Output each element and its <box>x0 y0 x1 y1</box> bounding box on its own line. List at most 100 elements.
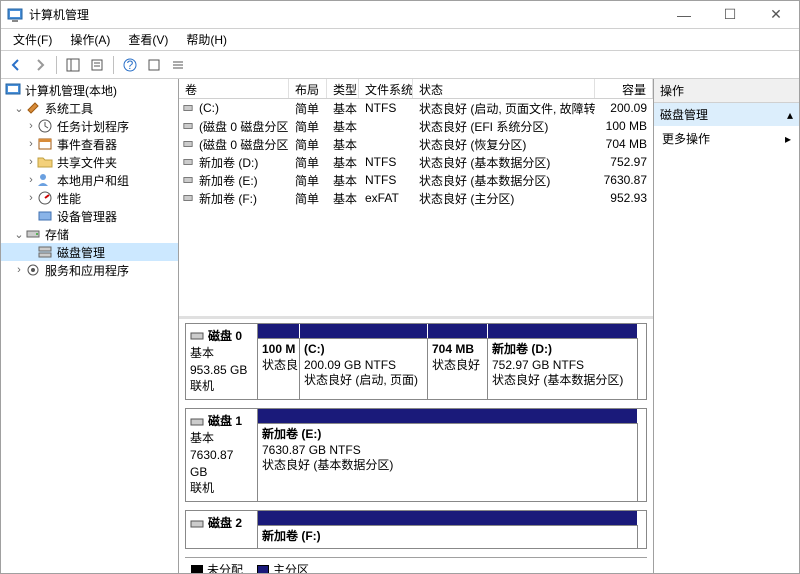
volume-list[interactable]: 卷 布局 类型 文件系统 状态 容量 (C:) 简单 基本 NTFS 状态良好 … <box>179 79 653 319</box>
folder-icon <box>37 154 53 170</box>
back-button[interactable] <box>5 54 27 76</box>
volume-type: 基本 <box>327 100 359 117</box>
volume-capacity: 752.97 <box>595 155 653 169</box>
forward-button[interactable] <box>29 54 51 76</box>
volume-layout: 简单 <box>289 136 327 153</box>
users-icon <box>37 172 53 188</box>
separator <box>56 56 57 74</box>
volume-name: (磁盘 0 磁盘分区 4) <box>193 136 289 153</box>
svg-text:?: ? <box>127 58 134 72</box>
col-layout[interactable]: 布局 <box>289 79 327 98</box>
perf-icon <box>37 190 53 206</box>
col-volume[interactable]: 卷 <box>179 79 289 98</box>
expand-icon[interactable]: › <box>25 120 37 132</box>
volume-type: 基本 <box>327 118 359 135</box>
partition-cell[interactable]: (C:)200.09 GB NTFS状态良好 (启动, 页面) <box>300 338 428 399</box>
volume-name: 新加卷 (D:) <box>193 154 289 171</box>
volume-row[interactable]: (磁盘 0 磁盘分区 4) 简单 基本 状态良好 (恢复分区) 704 MB <box>179 135 653 153</box>
volume-status: 状态良好 (基本数据分区) <box>413 154 595 171</box>
col-fs[interactable]: 文件系统 <box>359 79 413 98</box>
partition-cell[interactable]: 新加卷 (F:) <box>258 525 638 548</box>
volume-status: 状态良好 (恢复分区) <box>413 136 595 153</box>
services-icon <box>25 262 41 278</box>
volume-type: 基本 <box>327 190 359 207</box>
volume-layout: 简单 <box>289 118 327 135</box>
volume-row[interactable]: (C:) 简单 基本 NTFS 状态良好 (启动, 页面文件, 故障转储, 基本… <box>179 99 653 117</box>
separator <box>113 56 114 74</box>
partition-cell[interactable]: 新加卷 (E:)7630.87 GB NTFS状态良好 (基本数据分区) <box>258 423 638 501</box>
legend-primary-swatch <box>257 565 269 573</box>
volume-type: 基本 <box>327 172 359 189</box>
tree-services[interactable]: ›服务和应用程序 <box>1 261 178 279</box>
volume-fs: NTFS <box>359 101 413 115</box>
tree-users[interactable]: ›本地用户和组 <box>1 171 178 189</box>
tree-shared[interactable]: ›共享文件夹 <box>1 153 178 171</box>
volume-fs: exFAT <box>359 191 413 205</box>
col-type[interactable]: 类型 <box>327 79 359 98</box>
help-button[interactable]: ? <box>119 54 141 76</box>
properties-button[interactable] <box>86 54 108 76</box>
disk-graphical-view[interactable]: 磁盘 0基本953.85 GB联机100 M状态良(C:)200.09 GB N… <box>179 319 653 573</box>
menu-view[interactable]: 查看(V) <box>120 29 176 50</box>
volume-layout: 简单 <box>289 190 327 207</box>
menu-action[interactable]: 操作(A) <box>62 29 118 50</box>
legend: 未分配 主分区 <box>185 557 647 573</box>
col-status[interactable]: 状态 <box>413 79 595 98</box>
volume-capacity: 200.09 <box>595 101 653 115</box>
legend-unalloc-swatch <box>191 565 203 573</box>
collapse-icon[interactable]: ⌄ <box>13 102 25 115</box>
tree-diskmgmt[interactable]: 磁盘管理 <box>1 243 178 261</box>
volume-row[interactable]: (磁盘 0 磁盘分区 1) 简单 基本 状态良好 (EFI 系统分区) 100 … <box>179 117 653 135</box>
disk-row[interactable]: 磁盘 2新加卷 (F:) <box>185 510 647 549</box>
tree-root[interactable]: 计算机管理(本地) <box>1 81 178 99</box>
expand-icon[interactable]: › <box>25 138 37 150</box>
disk-row[interactable]: 磁盘 1基本7630.87 GB联机新加卷 (E:)7630.87 GB NTF… <box>185 408 647 502</box>
clock-icon <box>37 118 53 134</box>
minimize-button[interactable]: — <box>661 1 707 28</box>
list-button[interactable] <box>167 54 189 76</box>
volume-fs: NTFS <box>359 155 413 169</box>
event-icon <box>37 136 53 152</box>
volume-type: 基本 <box>327 136 359 153</box>
volume-layout: 简单 <box>289 100 327 117</box>
menu-help[interactable]: 帮助(H) <box>178 29 235 50</box>
partition-cell[interactable]: 新加卷 (D:)752.97 GB NTFS状态良好 (基本数据分区) <box>488 338 638 399</box>
nav-tree[interactable]: 计算机管理(本地) ⌄系统工具 ›任务计划程序 ›事件查看器 ›共享文件夹 ›本… <box>1 79 179 573</box>
expand-icon[interactable]: › <box>13 264 25 276</box>
show-hide-button[interactable] <box>62 54 84 76</box>
actions-section[interactable]: 磁盘管理▴ <box>654 103 799 126</box>
content-area: 计算机管理(本地) ⌄系统工具 ›任务计划程序 ›事件查看器 ›共享文件夹 ›本… <box>1 79 799 573</box>
chevron-right-icon: ▸ <box>785 132 791 146</box>
storage-icon <box>25 226 41 242</box>
volume-name: (磁盘 0 磁盘分区 1) <box>193 118 289 135</box>
collapse-icon[interactable]: ⌄ <box>13 228 25 241</box>
expand-icon[interactable]: › <box>25 174 37 186</box>
tree-storage[interactable]: ⌄存储 <box>1 225 178 243</box>
volume-row[interactable]: 新加卷 (E:) 简单 基本 NTFS 状态良好 (基本数据分区) 7630.8… <box>179 171 653 189</box>
window-title: 计算机管理 <box>29 6 661 23</box>
volume-capacity: 7630.87 <box>595 173 653 187</box>
tree-eventvwr[interactable]: ›事件查看器 <box>1 135 178 153</box>
tree-scheduler[interactable]: ›任务计划程序 <box>1 117 178 135</box>
disk-row[interactable]: 磁盘 0基本953.85 GB联机100 M状态良(C:)200.09 GB N… <box>185 323 647 400</box>
volume-row[interactable]: 新加卷 (F:) 简单 基本 exFAT 状态良好 (主分区) 952.93 <box>179 189 653 207</box>
center-pane: 卷 布局 类型 文件系统 状态 容量 (C:) 简单 基本 NTFS 状态良好 … <box>179 79 654 573</box>
volume-row[interactable]: 新加卷 (D:) 简单 基本 NTFS 状态良好 (基本数据分区) 752.97 <box>179 153 653 171</box>
tree-devmgr[interactable]: 设备管理器 <box>1 207 178 225</box>
actions-more[interactable]: 更多操作▸ <box>654 126 799 151</box>
close-button[interactable]: ✕ <box>753 1 799 28</box>
partition-cell[interactable]: 100 M状态良 <box>258 338 300 399</box>
volume-icon <box>179 174 193 186</box>
volume-name: (C:) <box>193 101 289 115</box>
tree-perf[interactable]: ›性能 <box>1 189 178 207</box>
app-icon <box>7 7 23 23</box>
col-capacity[interactable]: 容量 <box>595 79 653 98</box>
expand-icon[interactable]: › <box>25 192 37 204</box>
computer-icon <box>5 82 21 98</box>
refresh-button[interactable] <box>143 54 165 76</box>
expand-icon[interactable]: › <box>25 156 37 168</box>
partition-cell[interactable]: 704 MB状态良好 <box>428 338 488 399</box>
menu-file[interactable]: 文件(F) <box>5 29 60 50</box>
maximize-button[interactable]: ☐ <box>707 1 753 28</box>
tree-systools[interactable]: ⌄系统工具 <box>1 99 178 117</box>
